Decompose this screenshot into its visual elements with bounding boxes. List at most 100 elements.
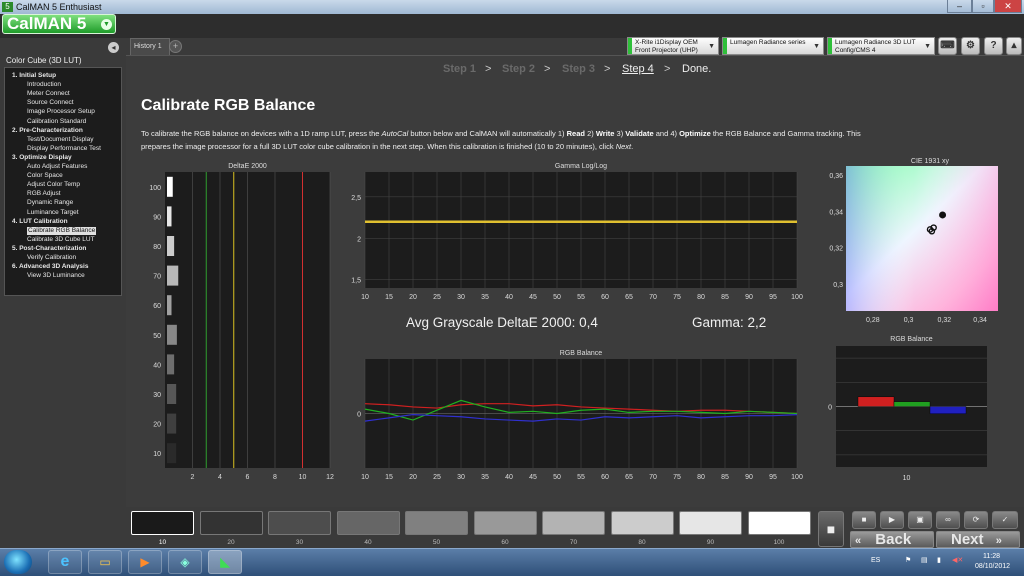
gamma-xtick: 60 [601,294,609,301]
language-indicator[interactable]: ES [871,557,880,564]
charts-layer: DeltaE 20002 4 6 8 10 12100908070605040302010… [149,158,998,482]
avg-deltae-readout: Avg Grayscale DeltaE 2000: 0,4 [406,315,598,330]
gamma-xtick: 35 [481,294,489,301]
network-icon[interactable]: ▤ [921,556,928,564]
chevrons-right-icon: » [995,535,1002,547]
gamma-xtick: 70 [649,294,657,301]
control-panel-icon[interactable]: ◈ [168,550,202,574]
rgb-line-xtick: 45 [529,474,537,481]
deltae-bar [167,236,175,256]
windows-start-icon[interactable] [4,550,32,574]
rgb-line-xtick: 30 [457,474,465,481]
back-button[interactable]: « Back [850,531,934,548]
deltae-bar [167,295,172,316]
swatch-90[interactable] [679,511,742,535]
rgb-line-xtick: 60 [601,474,609,481]
cie-point [939,211,947,219]
cie-ytick: 0,34 [829,209,843,216]
rgb-line-title: RGB Balance [560,350,603,357]
rgb-bar [857,396,895,407]
deltae-xtick: 10 [299,474,307,481]
chevrons-left-icon: « [855,535,862,547]
deltae-ytick: 90 [153,214,161,221]
checkmark-icon[interactable]: ✓ [992,511,1018,529]
deltae-bar [167,324,177,345]
internet-explorer-icon[interactable]: e [48,550,82,574]
rgb-line-xtick: 55 [577,474,585,481]
deltae-ytick: 100 [149,185,161,192]
deltae-ytick: 80 [153,244,161,251]
rgb-bar-title: RGB Balance [890,336,933,343]
deltae-bar [167,443,177,464]
gamma-readout: Gamma: 2,2 [692,315,767,330]
swatch-60[interactable] [473,511,537,535]
deltae-ytick: 70 [153,274,161,281]
swatch-30[interactable] [268,511,331,535]
swatch-label: 80 [638,539,646,546]
stop-icon[interactable]: ■ [852,511,876,529]
swatch-80[interactable] [610,511,674,535]
swatch-label: 60 [501,539,509,546]
refresh-icon[interactable]: ⟳ [964,511,988,529]
rgb-line-xtick: 80 [697,474,705,481]
cie-title: CIE 1931 xy [911,158,950,165]
cie-xtick: 0,32 [938,317,952,324]
deltae-title: DeltaE 2000 [228,163,267,170]
deltae-xtick: 12 [326,474,334,481]
swatch-70[interactable] [542,511,605,535]
clock-date[interactable]: 08/10/2012 [975,563,1010,570]
rgb-line-ytick: 0 [357,412,361,419]
deltae-xtick: 6 [246,474,250,481]
cie-xtick: 0,34 [973,317,987,324]
swatch-10[interactable] [131,511,194,535]
stop-button[interactable]: ■ [818,511,844,547]
deltae-xtick: 4 [218,474,222,481]
deltae-ytick: 20 [153,422,161,429]
swatch-50[interactable] [405,511,468,535]
gamma-xtick: 20 [409,294,417,301]
media-player-icon[interactable]: ▶ [128,550,162,574]
gamma-xtick: 90 [745,294,753,301]
deltae-ytick: 50 [153,333,161,340]
calman-taskbar-icon[interactable]: ◣ [208,550,242,574]
rgb-bar [929,406,967,414]
play-icon[interactable]: ▶ [880,511,904,529]
deltae-ytick: 40 [153,362,161,369]
cie-xtick: 0,28 [866,317,880,324]
swatch-100[interactable] [747,511,811,535]
swatch-40[interactable] [336,511,400,535]
cie-plot-overlay [846,166,998,311]
next-button[interactable]: Next » [936,531,1020,548]
rgb-bar-xtick: 10 [903,475,911,482]
deltae-ytick: 60 [153,303,161,310]
file-explorer-icon[interactable]: ▭ [88,550,122,574]
flag-icon[interactable]: ⚑ [905,556,911,564]
rgb-line-xtick: 65 [625,474,633,481]
rgb-line-xtick: 90 [745,474,753,481]
loop-icon[interactable]: ∞ [936,511,960,529]
swatch-label: 10 [158,539,167,546]
next-label: Next [951,531,984,548]
deltae-xtick: 8 [273,474,277,481]
volume-muted-icon[interactable]: ◀✕ [952,556,963,564]
deltae-bar [167,354,175,375]
gamma-ytick: 2 [357,236,361,243]
gamma-xtick: 85 [721,294,729,301]
rgb-bar-ytick: 0 [828,405,832,412]
swatch-label: 70 [569,539,578,546]
gamma-title: Gamma Log/Log [555,163,607,170]
clock-time[interactable]: 11:28 [983,553,1000,560]
swatch-label: 40 [364,539,372,546]
gamma-xtick: 100 [791,294,803,301]
gamma-xtick: 45 [529,294,537,301]
swatch-20[interactable] [199,511,263,535]
deltae-bar [167,176,173,197]
gamma-xtick: 25 [433,294,441,301]
deltae-ytick: 10 [153,451,161,458]
save-icon[interactable]: ▣ [908,511,932,529]
gamma-xtick: 80 [697,294,705,301]
deltae-bar [167,413,177,434]
battery-icon[interactable]: ▮ [937,556,941,564]
swatch-label: 50 [432,539,441,546]
rgb-line-xtick: 35 [481,474,489,481]
